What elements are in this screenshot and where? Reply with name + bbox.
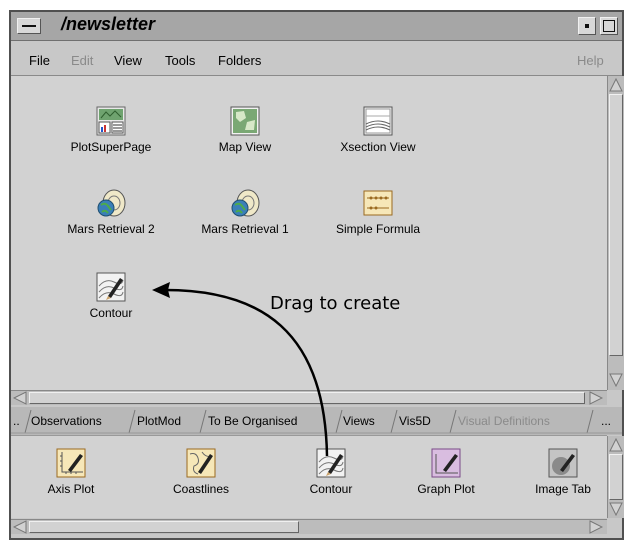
scroll-right-arrow-icon[interactable] [589, 391, 603, 405]
folder-item-label: PlotSuperPage [70, 140, 152, 154]
map-view-icon [230, 106, 260, 136]
tab-dividers [11, 409, 622, 434]
palette-item-label: Axis Plot [47, 482, 95, 496]
plot-superpage-icon [96, 106, 126, 136]
scroll-thumb[interactable] [29, 392, 585, 404]
scroll-thumb[interactable] [609, 94, 623, 356]
maximize-button[interactable] [600, 17, 618, 35]
menu-folders[interactable]: Folders [218, 53, 261, 68]
folder-vertical-scrollbar[interactable] [607, 76, 624, 390]
menu-file[interactable]: File [29, 53, 50, 68]
menu-bar: File Edit View Tools Folders Help [11, 41, 622, 76]
window-title: /newsletter [61, 14, 156, 34]
mars-retrieval-icon [231, 189, 260, 217]
scroll-up-arrow-icon[interactable] [609, 78, 623, 92]
application-window: /newsletter File Edit View Tools Folders… [9, 10, 624, 540]
folder-item[interactable]: Simple Formula [313, 188, 443, 248]
palette-item[interactable]: Image Tab [513, 448, 613, 508]
folder-view: PlotSuperPage Map View Xsection View Mar… [11, 76, 624, 390]
folder-item-label: Contour [89, 306, 133, 320]
mars-retrieval-icon [97, 189, 126, 217]
minimize-button[interactable] [578, 17, 596, 35]
menu-tools[interactable]: Tools [165, 53, 195, 68]
palette-item[interactable]: Coastlines [136, 448, 266, 508]
palette-item[interactable]: Axis Plot [11, 448, 131, 508]
palette-horizontal-scrollbar[interactable] [11, 519, 607, 534]
folder-item[interactable]: Contour [46, 272, 176, 332]
palette-item-label: Contour [309, 482, 353, 496]
scroll-left-arrow-icon[interactable] [13, 520, 27, 534]
image-tab-icon [548, 448, 578, 478]
folder-item-label: Xsection View [340, 140, 416, 154]
scroll-down-arrow-icon[interactable] [609, 373, 623, 387]
contour-icon [96, 272, 126, 302]
scroll-down-arrow-icon[interactable] [609, 502, 623, 516]
palette-item-label: Coastlines [172, 482, 230, 496]
folder-item-label: Mars Retrieval 2 [67, 222, 155, 236]
folder-item-label: Map View [218, 140, 272, 154]
folder-item[interactable]: PlotSuperPage [46, 106, 176, 166]
folder-item-label: Simple Formula [335, 222, 421, 236]
scroll-right-arrow-icon[interactable] [589, 520, 603, 534]
folder-item[interactable]: Map View [180, 106, 310, 166]
simple-formula-icon [363, 190, 393, 216]
graph-plot-icon [431, 448, 461, 478]
scroll-up-arrow-icon[interactable] [609, 438, 623, 452]
scroll-left-arrow-icon[interactable] [13, 391, 27, 405]
scroll-thumb[interactable] [609, 454, 623, 500]
palette-item[interactable]: Contour [266, 448, 396, 508]
coastlines-icon [186, 448, 216, 478]
folder-item-label: Mars Retrieval 1 [201, 222, 289, 236]
axis-plot-icon [56, 448, 86, 478]
xsection-view-icon [363, 106, 393, 136]
folder-horizontal-scrollbar[interactable] [11, 390, 607, 405]
menu-edit[interactable]: Edit [71, 53, 93, 68]
title-bar[interactable]: /newsletter [11, 12, 622, 41]
palette-item-label: Graph Plot [417, 482, 475, 496]
scroll-thumb[interactable] [29, 521, 299, 533]
folder-item[interactable]: Xsection View [313, 106, 443, 166]
window-menu-button[interactable] [17, 18, 41, 34]
palette-vertical-scrollbar[interactable] [607, 436, 624, 518]
visual-definitions-palette: Axis Plot Coastlines Contour Graph Plot … [11, 435, 624, 518]
drag-to-create-label: Drag to create [270, 293, 401, 314]
tab-bar: .. Observations PlotMod To Be Organised … [11, 407, 622, 435]
palette-item-label: Image Tab [535, 482, 591, 496]
contour-icon [316, 448, 346, 478]
menu-help[interactable]: Help [577, 53, 604, 68]
menu-view[interactable]: View [114, 53, 142, 68]
palette-item[interactable]: Graph Plot [381, 448, 511, 508]
folder-item[interactable]: Mars Retrieval 2 [46, 188, 176, 248]
folder-item[interactable]: Mars Retrieval 1 [180, 188, 310, 248]
